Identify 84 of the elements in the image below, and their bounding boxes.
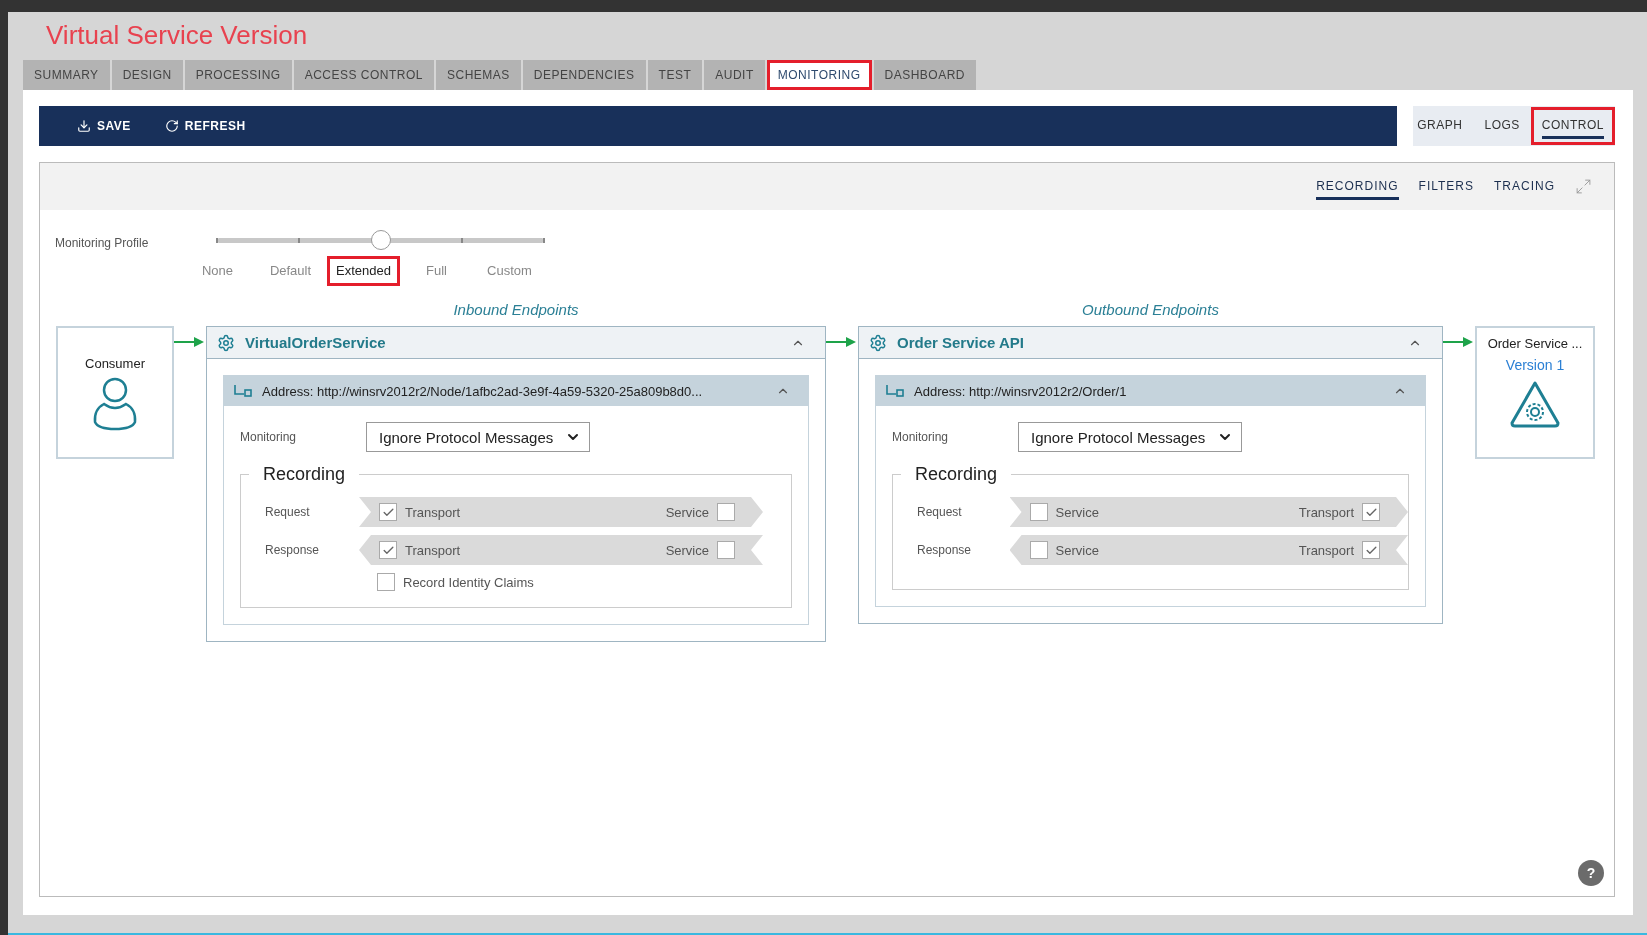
checkbox[interactable]: [379, 503, 397, 521]
tab[interactable]: PROCESSING: [184, 60, 292, 90]
checkbox-option[interactable]: Transport: [1298, 503, 1380, 521]
view-tab[interactable]: GRAPH: [1406, 107, 1474, 145]
address-text: Address: http://winsrv2012r2/Node/1afbc2ad-3e9f-4a59-5320-25a809b8d0...: [262, 383, 704, 399]
checkbox[interactable]: [1362, 503, 1380, 521]
slider-stop-label[interactable]: None: [192, 256, 243, 286]
page-title: Virtual Service Version: [45, 19, 309, 52]
slider-stop-label[interactable]: Custom: [478, 256, 541, 286]
checkbox-option[interactable]: Transport: [1298, 541, 1380, 559]
checkbox-option[interactable]: Transport: [379, 503, 461, 521]
tab[interactable]: DEPENDENCIES: [522, 60, 646, 90]
tab[interactable]: MONITORING: [766, 60, 872, 90]
tab[interactable]: ACCESS CONTROL: [293, 60, 434, 90]
checkbox[interactable]: [717, 541, 735, 559]
slider-stop-label[interactable]: Extended: [327, 256, 400, 286]
field-label: Monitoring: [892, 430, 950, 444]
option-label: Transport: [1298, 542, 1354, 558]
connector-arrow: [174, 337, 204, 347]
group-title: Recording: [914, 464, 999, 485]
endpoint-icon: [886, 385, 904, 397]
option-label: Service: [1055, 542, 1099, 558]
sub-tab[interactable]: FILTERS: [1418, 173, 1474, 200]
row-label: Response: [265, 543, 321, 557]
slider-thumb[interactable]: [370, 230, 391, 250]
triangle-gear-icon: [1508, 379, 1562, 429]
checkbox-option[interactable]: Service: [1029, 503, 1099, 521]
tab[interactable]: SCHEMAS: [436, 60, 521, 90]
refresh-icon: [164, 119, 179, 133]
slider-stop-label[interactable]: Default: [260, 256, 321, 286]
checkbox[interactable]: [1029, 541, 1048, 559]
save-button[interactable]: SAVE: [69, 113, 139, 139]
connector-arrow: [1443, 337, 1473, 347]
expand-icon[interactable]: [1575, 178, 1592, 195]
help-button[interactable]: ?: [1578, 860, 1604, 886]
group-title: Recording: [262, 464, 347, 485]
checkbox[interactable]: [1029, 503, 1048, 521]
slider-stop-label[interactable]: Full: [417, 256, 456, 286]
checkbox[interactable]: [377, 573, 395, 591]
monitoring-select[interactable]: Ignore Protocol Messages: [366, 422, 591, 452]
option-label: Transport: [1298, 504, 1354, 520]
service-name: Order Service API: [897, 334, 1025, 351]
sub-tab[interactable]: TRACING: [1494, 173, 1555, 200]
checkbox[interactable]: [379, 541, 397, 559]
sub-tab[interactable]: RECORDING: [1316, 173, 1399, 200]
settings-icon: [869, 333, 887, 352]
option-label: Transport: [405, 504, 461, 520]
tab[interactable]: TEST: [647, 60, 703, 90]
checkbox-option[interactable]: Transport: [379, 541, 461, 559]
option-label: Service: [665, 504, 709, 520]
section-heading: Inbound Endpoints: [453, 300, 579, 318]
option-label: Record Identity Claims: [403, 574, 534, 590]
checkbox-option[interactable]: Service: [665, 541, 735, 559]
checkbox[interactable]: [1362, 541, 1380, 559]
view-tab[interactable]: CONTROL: [1530, 107, 1615, 145]
service-name: VirtualOrderService: [245, 334, 387, 351]
refresh-button[interactable]: REFRESH: [156, 113, 254, 139]
section-heading: Outbound Endpoints: [1082, 300, 1219, 318]
download-icon: [77, 119, 91, 133]
settings-icon: [217, 333, 235, 352]
option-label: Transport: [405, 542, 461, 558]
connector-arrow: [826, 337, 856, 347]
row-label: Response: [917, 543, 973, 557]
field-label: Monitoring: [240, 430, 298, 444]
checkbox[interactable]: [717, 503, 735, 521]
tab[interactable]: SUMMARY: [23, 60, 110, 90]
tab[interactable]: DASHBOARD: [873, 60, 976, 90]
view-tab[interactable]: LOGS: [1473, 107, 1531, 145]
person-icon: [92, 377, 138, 431]
option-label: Service: [1055, 504, 1099, 520]
node-label: Order Service ...: [1487, 336, 1583, 351]
checkbox-option[interactable]: Service: [1029, 541, 1099, 559]
checkbox-option[interactable]: Record Identity Claims: [377, 573, 534, 591]
tab[interactable]: DESIGN: [111, 60, 183, 90]
option-label: Service: [665, 542, 709, 558]
address-text: Address: http://winsrv2012r2/Order/1: [914, 383, 1128, 399]
monitoring-select[interactable]: Ignore Protocol Messages: [1018, 422, 1243, 452]
tab[interactable]: AUDIT: [704, 60, 765, 90]
endpoint-icon: [234, 385, 252, 397]
version-link[interactable]: Version 1: [1505, 357, 1565, 373]
checkbox-option[interactable]: Service: [665, 503, 735, 521]
node-label: Consumer: [85, 356, 145, 371]
row-label: Request: [265, 505, 311, 519]
row-label: Request: [917, 505, 963, 519]
